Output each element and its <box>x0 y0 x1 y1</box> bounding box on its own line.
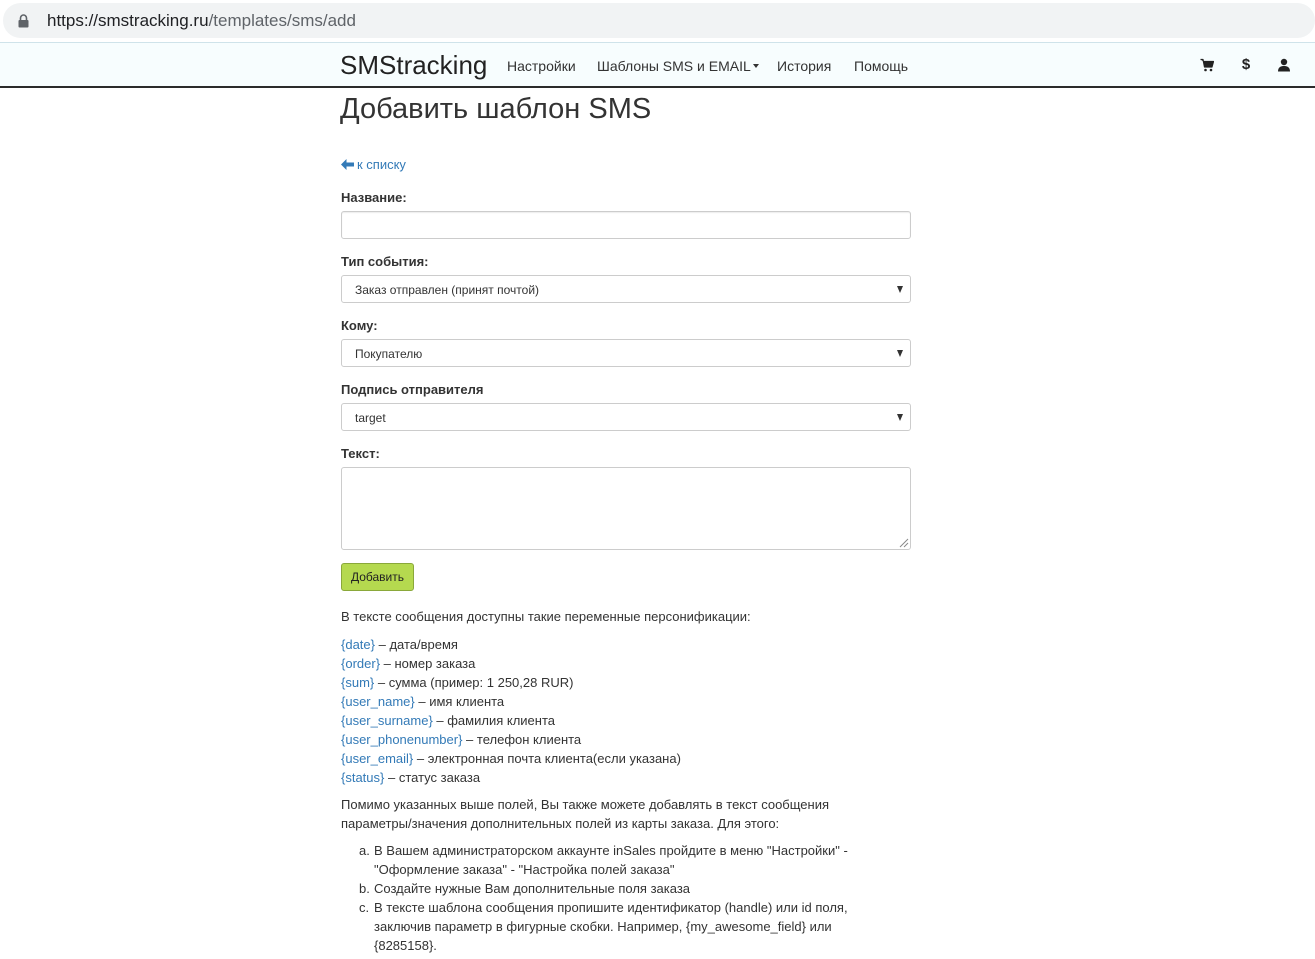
browser-address-bar: https://smstracking.ru/templates/sms/add <box>0 0 1315 42</box>
caret-down-icon <box>752 64 759 68</box>
dollar-icon[interactable]: $ <box>1237 56 1255 74</box>
variable-item: {user_name} – имя клиента <box>341 692 504 711</box>
nav-templates-label: Шаблоны SMS и EMAIL <box>597 58 751 74</box>
variable-desc: – электронная почта клиента(если указана… <box>413 751 681 766</box>
name-label: Название: <box>341 190 407 205</box>
event-type-value: Заказ отправлен (принят почтой) <box>355 283 540 297</box>
text-label: Текст: <box>341 446 380 461</box>
nav-settings[interactable]: Настройки <box>507 58 576 74</box>
variable-desc: – номер заказа <box>380 656 476 671</box>
back-link-label: к списку <box>357 157 406 172</box>
resize-grip-icon[interactable] <box>898 537 909 548</box>
variable-item: {order} – номер заказа <box>341 654 475 673</box>
user-icon[interactable] <box>1275 56 1293 74</box>
variable-name: {user_name} <box>341 694 415 709</box>
back-to-list-link[interactable]: к списку <box>341 157 406 173</box>
step-item: b. Создайте нужные Вам дополнительные пол… <box>341 879 881 898</box>
step-item: a. В Вашем администраторском аккаунте inS… <box>341 841 881 879</box>
steps-list: a. В Вашем администраторском аккаунте inS… <box>341 841 881 955</box>
variable-name: {user_email} <box>341 751 414 766</box>
cart-icon[interactable] <box>1198 56 1216 74</box>
add-button[interactable]: Добавить <box>341 563 414 591</box>
variable-name: {order} <box>341 656 381 671</box>
variable-desc: – статус заказа <box>384 770 481 785</box>
step-text: В Вашем администраторском аккаунте inSal… <box>374 843 848 877</box>
variable-desc: – сумма (пример: 1 250,28 RUR) <box>374 675 574 690</box>
url-path: /templates/sms/add <box>208 11 356 30</box>
variable-name: {user_surname} <box>341 713 433 728</box>
variable-item: {date} – дата/время <box>341 635 458 654</box>
sender-select[interactable]: target <box>341 403 911 431</box>
nav-help[interactable]: Помощь <box>854 58 908 74</box>
variable-item: {user_phonenumber} – телефон клиента <box>341 730 581 749</box>
url-host: https://smstracking.ru <box>47 11 209 30</box>
step-marker: a. <box>359 843 370 858</box>
variable-item: {user_email} – электронная почта клиента… <box>341 749 681 768</box>
event-type-select[interactable]: Заказ отправлен (принят почтой) <box>341 275 911 303</box>
dropdown-arrow-icon <box>897 414 903 421</box>
recipient-label: Кому: <box>341 318 378 333</box>
event-type-label: Тип события: <box>341 254 429 269</box>
step-item: c. В тексте шаблона сообщения пропишите и… <box>341 898 881 955</box>
nav-templates-dropdown[interactable]: Шаблоны SMS и EMAIL <box>597 58 759 74</box>
variable-desc: – дата/время <box>375 637 458 652</box>
variable-item: {sum} – сумма (пример: 1 250,28 RUR) <box>341 673 573 692</box>
variable-desc: – фамилия клиента <box>432 713 555 728</box>
name-input[interactable] <box>341 211 911 239</box>
nav-history[interactable]: История <box>777 58 831 74</box>
brand-logo[interactable]: SMStracking <box>340 50 487 80</box>
variable-item: {user_surname} – фамилия клиента <box>341 711 555 730</box>
step-marker: b. <box>359 881 370 896</box>
url-text: https://smstracking.ru/templates/sms/add <box>47 11 356 31</box>
url-field[interactable]: https://smstracking.ru/templates/sms/add <box>3 3 1315 38</box>
step-marker: c. <box>359 900 370 915</box>
variable-desc: – имя клиента <box>414 694 505 709</box>
message-textarea[interactable] <box>341 467 911 550</box>
sender-label: Подпись отправителя <box>341 382 484 397</box>
variable-name: {date} <box>341 637 375 652</box>
page-title: Добавить шаблон SMS <box>340 93 652 125</box>
recipient-value: Покупателю <box>355 347 423 361</box>
navbar: SMStracking Настройки Шаблоны SMS и EMAI… <box>0 42 1315 88</box>
extra-fields-paragraph: Помимо указанных выше полей, Вы также мо… <box>341 797 830 831</box>
variable-name: {user_phonenumber} <box>341 732 463 747</box>
arrow-left-icon <box>341 159 354 170</box>
variable-item: {status} – статус заказа <box>341 768 480 787</box>
variable-name: {status} <box>341 770 385 785</box>
recipient-select[interactable]: Покупателю <box>341 339 911 367</box>
variable-desc: – телефон клиента <box>462 732 582 747</box>
variables-intro: В тексте сообщения доступны такие переме… <box>341 609 751 624</box>
variable-name: {sum} <box>341 675 375 690</box>
step-text: Создайте нужные Вам дополнительные поля … <box>374 881 691 896</box>
dropdown-arrow-icon <box>897 286 903 293</box>
step-text: В тексте шаблона сообщения пропишите иде… <box>374 900 848 953</box>
sender-value: target <box>355 411 386 425</box>
lock-icon <box>18 14 29 28</box>
dropdown-arrow-icon <box>897 350 903 357</box>
